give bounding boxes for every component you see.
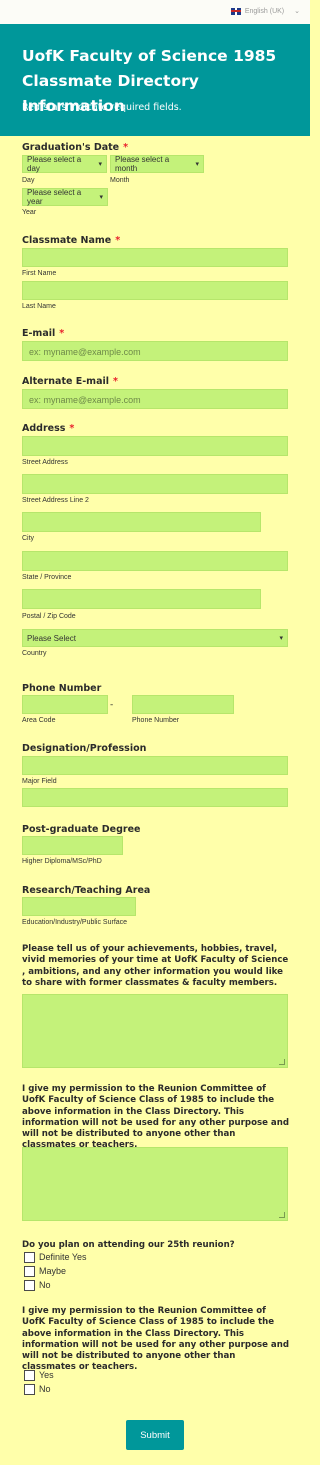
uk-flag-icon <box>230 7 241 15</box>
postgrad-input[interactable] <box>22 836 123 855</box>
chevron-down-icon: ▾ <box>99 194 103 201</box>
year-sublabel: Year <box>22 209 37 216</box>
required-star: * <box>59 328 65 339</box>
graduation-date-label: Graduation's Date * <box>22 142 129 153</box>
year-select[interactable]: Please select a year ▾ <box>22 188 108 206</box>
city-sublabel: City <box>22 535 35 542</box>
required-star: * <box>69 423 75 434</box>
last-name-sublabel: Last Name <box>22 303 56 310</box>
definite-yes-label: Definite Yes <box>39 1252 87 1262</box>
research-label: Research/Teaching Area <box>22 885 151 896</box>
research-sublabel: Education/Industry/Public Surface <box>22 919 128 926</box>
no-checkbox[interactable] <box>24 1280 35 1291</box>
phone-number-sublabel: Phone Number <box>132 717 180 724</box>
permission-2-label: I give my permission to the Reunion Comm… <box>22 1306 289 1373</box>
zip-sublabel: Postal / Zip Code <box>22 613 76 620</box>
email-label: E-mail * <box>22 328 65 339</box>
no-label: No <box>39 1280 51 1290</box>
alternate-email-input[interactable]: ex: myname@example.com <box>22 389 288 409</box>
email-input[interactable]: ex: myname@example.com <box>22 341 288 361</box>
address-label: Address * <box>22 423 75 434</box>
maybe-checkbox[interactable] <box>24 1266 35 1277</box>
country-select[interactable]: Please Select ▾ <box>22 629 288 647</box>
resize-grip-icon[interactable] <box>279 1212 285 1218</box>
chevron-down-icon: ⌄ <box>294 8 300 15</box>
resize-grip-icon[interactable] <box>279 1059 285 1065</box>
major-field-sublabel: Major Field <box>22 778 57 785</box>
day-sublabel: Day <box>22 177 35 184</box>
postgrad-sublabel: Higher Diploma/MSc/PhD <box>22 858 102 865</box>
permission-yes-label: Yes <box>39 1370 54 1380</box>
required-star: * <box>113 376 118 387</box>
street-address-input[interactable] <box>22 436 288 456</box>
permission-1-textarea[interactable] <box>22 1147 288 1221</box>
permission-no-checkbox[interactable] <box>24 1384 35 1395</box>
phone-number-input[interactable] <box>132 695 234 714</box>
first-name-sublabel: First Name <box>22 270 57 277</box>
maybe-label: Maybe <box>39 1266 67 1276</box>
month-sublabel: Month <box>110 177 130 184</box>
chevron-down-icon: ▾ <box>195 161 199 168</box>
chevron-down-icon: ▾ <box>279 635 283 642</box>
permission-no-label: No <box>39 1384 51 1394</box>
month-select[interactable]: Please select a month ▾ <box>110 155 204 173</box>
state-input[interactable] <box>22 551 288 571</box>
phone-dash: - <box>110 700 114 710</box>
definite-yes-checkbox[interactable] <box>24 1252 35 1263</box>
designation-label: Designation/Profession <box>22 743 147 754</box>
permission-1-label: I give my permission to the Reunion Comm… <box>22 1084 289 1151</box>
chevron-down-icon: ▾ <box>98 161 102 168</box>
postgrad-label: Post-graduate Degree <box>22 824 141 835</box>
phone-label: Phone Number <box>22 683 102 694</box>
street-address-sublabel: Street Address <box>22 459 68 466</box>
area-code-input[interactable] <box>22 695 108 714</box>
achievements-label: Please tell us of your achievements, hob… <box>22 944 289 988</box>
required-star: * <box>123 142 129 153</box>
city-input[interactable] <box>22 512 261 532</box>
day-select[interactable]: Please select a day ▾ <box>22 155 107 173</box>
last-name-input[interactable] <box>22 281 288 300</box>
street-address-2-input[interactable] <box>22 474 288 494</box>
country-sublabel: Country <box>22 650 47 657</box>
street-address-2-sublabel: Street Address Line 2 <box>22 497 89 504</box>
language-selector[interactable]: English (UK) ⌄ <box>230 7 300 15</box>
submit-button[interactable]: Submit <box>126 1420 184 1450</box>
first-name-input[interactable] <box>22 248 288 267</box>
state-sublabel: State / Province <box>22 574 72 581</box>
language-label: English (UK) <box>244 7 285 15</box>
research-input[interactable] <box>22 897 136 916</box>
reunion-label: Do you plan on attending our 25th reunio… <box>22 1240 235 1250</box>
permission-yes-checkbox[interactable] <box>24 1370 35 1381</box>
zip-input[interactable] <box>22 589 261 609</box>
form-subtitle: Red stars indicate required fields. <box>22 102 182 113</box>
classmate-name-label: Classmate Name * <box>22 235 121 246</box>
alternate-email-label: Alternate E-mail * <box>22 376 118 387</box>
major-field-input[interactable] <box>22 788 288 807</box>
required-star: * <box>115 235 121 246</box>
area-code-sublabel: Area Code <box>22 717 56 724</box>
designation-input[interactable] <box>22 756 288 775</box>
achievements-textarea[interactable] <box>22 994 288 1068</box>
